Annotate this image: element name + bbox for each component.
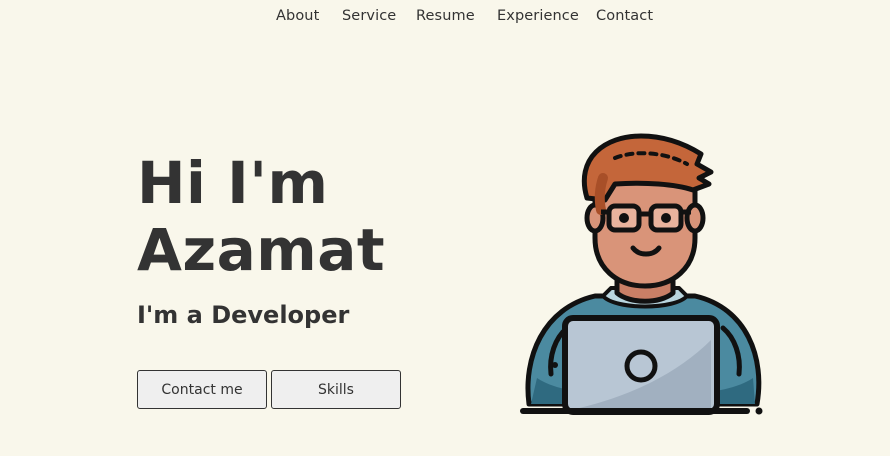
nav-link-contact[interactable]: Contact [596,8,653,24]
nav-link-about[interactable]: About [276,8,319,24]
hero-subtitle: I'm a Developer [137,301,350,329]
top-nav: About Service Resume Experience Contact [0,0,890,36]
nav-link-service[interactable]: Service [342,8,396,24]
nav-link-resume[interactable]: Resume [416,8,475,24]
contact-me-button[interactable]: Contact me [137,370,267,409]
nav-link-experience[interactable]: Experience [497,8,579,24]
skills-button[interactable]: Skills [271,370,401,409]
developer-illustration-icon [520,133,763,415]
hero-title-line-2: Azamat [137,216,386,284]
hero-title-line-1: Hi I'm [137,149,329,217]
hero-title: Hi I'm Azamat [137,150,385,284]
